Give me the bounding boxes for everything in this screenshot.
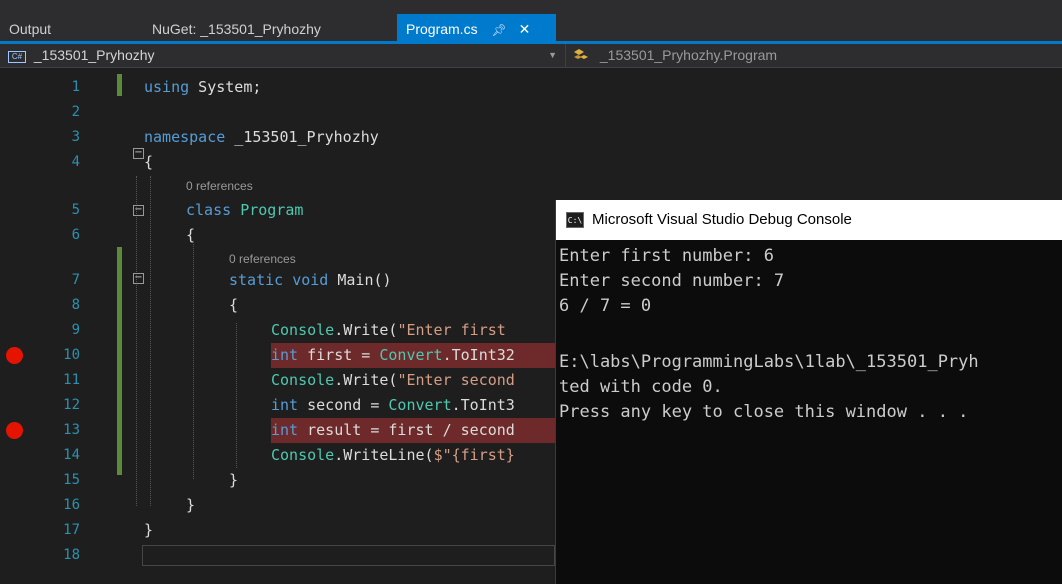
- console-output-line: Press any key to close this window . . .: [559, 402, 969, 422]
- code-text: }: [186, 496, 196, 514]
- navigation-bar: C# _153501_Pryhozhy ▼ _153501_Pryhozhy.P…: [0, 44, 1062, 68]
- code-text: namespace _153501_Pryhozhy: [144, 128, 379, 146]
- line-number: 13: [63, 422, 80, 438]
- code-text: {: [144, 153, 154, 171]
- console-output-line: ted with code 0.: [559, 377, 723, 397]
- tab-nuget[interactable]: NuGet: _153501_Pryhozhy: [143, 14, 393, 44]
- code-text: Console.Write("Enter second: [271, 371, 515, 389]
- line-number: 9: [71, 322, 80, 338]
- code-text: int second = Convert.ToInt3: [271, 396, 515, 414]
- line-number: 10: [63, 347, 80, 363]
- breakpoint-icon[interactable]: [6, 347, 23, 364]
- console-title: Microsoft Visual Studio Debug Console: [592, 211, 852, 228]
- line-number: 7: [71, 272, 80, 288]
- tab-label: Program.cs: [406, 21, 478, 37]
- code-text: class Program: [186, 201, 304, 219]
- debug-console-window[interactable]: C:\ Microsoft Visual Studio Debug Consol…: [555, 200, 1062, 584]
- codelens-references[interactable]: 0 references: [229, 252, 296, 266]
- project-name: _153501_Pryhozhy: [33, 47, 155, 63]
- line-number: 14: [63, 447, 80, 463]
- member-name: _153501_Pryhozhy.Program: [599, 47, 778, 63]
- project-dropdown[interactable]: C# _153501_Pryhozhy ▼: [8, 44, 566, 68]
- breakpoint-icon[interactable]: [6, 422, 23, 439]
- code-line: 3 namespace _153501_Pryhozhy: [0, 125, 1062, 150]
- code-text: static void Main(): [229, 271, 392, 289]
- code-text: }: [144, 521, 154, 539]
- member-dropdown[interactable]: _153501_Pryhozhy.Program: [572, 44, 777, 68]
- console-output-line: E:\labs\ProgrammingLabs\1lab\_153501_Pry…: [559, 352, 979, 372]
- line-number: 15: [63, 472, 80, 488]
- codelens-references[interactable]: 0 references: [186, 179, 253, 193]
- tab-output[interactable]: Output: [0, 14, 130, 44]
- line-number: 5: [71, 202, 80, 218]
- code-text: Console.Write("Enter first: [271, 321, 506, 339]
- code-text: {: [186, 226, 196, 244]
- line-number: 17: [63, 522, 80, 538]
- line-number: 1: [71, 79, 80, 95]
- tab-program-cs[interactable]: Program.cs 📌︎ ✕: [397, 14, 556, 44]
- tab-label: NuGet: _153501_Pryhozhy: [152, 21, 321, 37]
- code-text: {: [229, 296, 239, 314]
- console-icon: C:\: [566, 212, 584, 228]
- line-number: 18: [63, 547, 80, 563]
- document-tab-strip: Output NuGet: _153501_Pryhozhy Program.c…: [0, 0, 1062, 44]
- line-number: 6: [71, 227, 80, 243]
- code-text: }: [229, 471, 239, 489]
- current-line-highlight: [142, 545, 555, 566]
- code-text: Console.WriteLine($"{first}: [271, 446, 515, 464]
- csharp-project-icon: C#: [8, 51, 26, 63]
- line-number: 11: [63, 372, 80, 388]
- line-number: 3: [71, 129, 80, 145]
- code-text: int result = first / second: [271, 418, 555, 443]
- line-number: 2: [71, 104, 80, 120]
- chevron-down-icon[interactable]: ▼: [548, 44, 557, 67]
- class-icon: [574, 49, 588, 59]
- code-line: 1 using System;: [0, 75, 1062, 100]
- line-number: 8: [71, 297, 80, 313]
- console-title-bar[interactable]: C:\ Microsoft Visual Studio Debug Consol…: [556, 200, 1062, 240]
- code-line: 4 {: [0, 150, 1062, 175]
- code-text: using System;: [144, 78, 262, 96]
- tab-label: Output: [9, 21, 52, 37]
- console-output-line: 6 / 7 = 0: [559, 296, 652, 316]
- console-output-line: Enter second number: 7: [559, 271, 785, 291]
- line-number: 4: [71, 154, 80, 170]
- line-number: 16: [63, 497, 80, 513]
- console-output-line: Enter first number: 6: [559, 246, 774, 266]
- close-icon[interactable]: ✕: [519, 14, 531, 44]
- code-line: 2: [0, 100, 1062, 125]
- code-text: int first = Convert.ToInt32: [271, 343, 555, 368]
- line-number: 12: [63, 397, 80, 413]
